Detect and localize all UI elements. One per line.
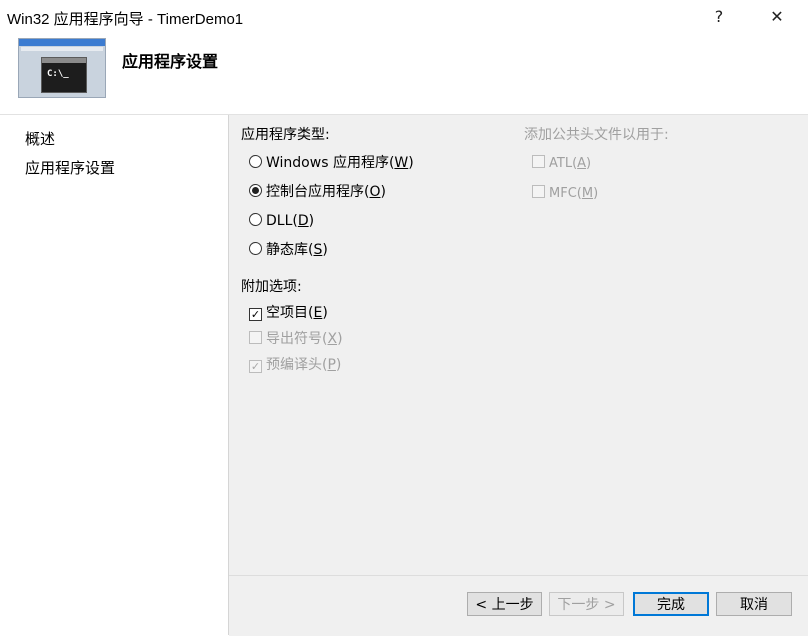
title-bar: Win32 应用程序向导 - TimerDemo1 ? ✕: [0, 0, 808, 34]
window-title: Win32 应用程序向导 - TimerDemo1: [7, 11, 244, 28]
radio-circle: [249, 242, 262, 255]
checkbox-disabled: [249, 331, 262, 344]
wizard-sidebar: 概述 应用程序设置: [0, 115, 229, 635]
wizard-footer: < 上一步 下一步 > 完成 取消: [229, 575, 808, 636]
console-app-icon: C:\_: [18, 38, 106, 98]
sidebar-item-app-settings[interactable]: 应用程序设置: [25, 157, 115, 178]
page-title: 应用程序设置: [122, 52, 219, 71]
checkbox-disabled: [532, 155, 545, 168]
cmd-titlebar: [42, 58, 86, 63]
radio-windows-app[interactable]: Windows 应用程序(W): [249, 154, 414, 172]
thumb-titlebar: [19, 39, 105, 46]
radio-static-lib[interactable]: 静态库(S): [249, 241, 328, 259]
radio-console-app[interactable]: 控制台应用程序(O): [249, 183, 386, 201]
checkbox-checked: ✓: [249, 308, 262, 321]
sidebar-item-overview[interactable]: 概述: [25, 128, 55, 149]
checkbox-empty-project[interactable]: ✓ 空项目(E): [249, 304, 328, 322]
cmd-prompt: C:\_: [47, 69, 69, 79]
checkbox-export-symbols: 导出符号(X): [249, 330, 343, 348]
checkbox-precompiled-header: ✓ 预编译头(P): [249, 357, 342, 373]
extra-options-label: 附加选项:: [241, 279, 302, 295]
close-button[interactable]: ✕: [762, 5, 792, 29]
app-type-label: 应用程序类型:: [241, 127, 330, 143]
help-button[interactable]: ?: [704, 5, 734, 29]
thumb-menubar: [21, 47, 103, 51]
radio-circle: [249, 213, 262, 226]
prev-button[interactable]: < 上一步: [467, 592, 542, 616]
radio-circle: [249, 155, 262, 168]
checkbox-atl: ATL(A): [532, 155, 591, 173]
checkbox-disabled-checked: ✓: [249, 360, 262, 373]
radio-circle-selected: [249, 184, 262, 197]
cancel-button[interactable]: 取消: [716, 592, 792, 616]
checkbox-disabled: [532, 185, 545, 198]
command-window-icon: C:\_: [41, 57, 87, 93]
common-headers-label: 添加公共头文件以用于:: [524, 127, 669, 143]
finish-button[interactable]: 完成: [633, 592, 709, 616]
next-button: 下一步 >: [549, 592, 624, 616]
radio-dll[interactable]: DLL(D): [249, 212, 314, 230]
settings-panel: 应用程序类型: Windows 应用程序(W) 控制台应用程序(O) DLL(D…: [229, 115, 808, 575]
checkbox-mfc: MFC(M): [532, 185, 598, 203]
wizard-header: C:\_ 应用程序设置: [0, 34, 808, 115]
